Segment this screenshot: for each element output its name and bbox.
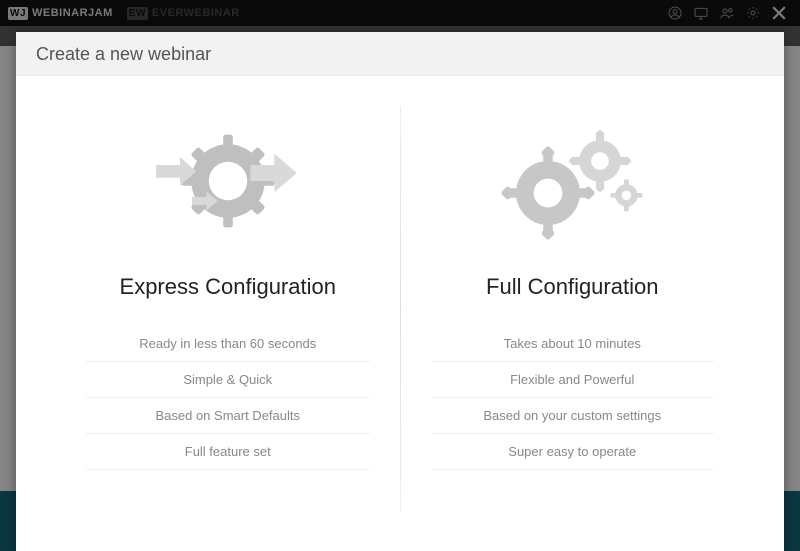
option-express-configuration[interactable]: Express Configuration Ready in less than… xyxy=(56,96,400,541)
gear-arrows-icon xyxy=(148,106,308,256)
feature-item: Based on Smart Defaults xyxy=(86,398,370,434)
modal-title: Create a new webinar xyxy=(16,32,784,76)
option-full-configuration[interactable]: Full Configuration Takes about 10 minute… xyxy=(401,96,745,541)
feature-item: Super easy to operate xyxy=(431,434,715,470)
option-title: Express Configuration xyxy=(120,274,336,300)
feature-item: Simple & Quick xyxy=(86,362,370,398)
feature-item: Ready in less than 60 seconds xyxy=(86,326,370,362)
feature-item: Based on your custom settings xyxy=(431,398,715,434)
feature-item: Flexible and Powerful xyxy=(431,362,715,398)
feature-item: Takes about 10 minutes xyxy=(431,326,715,362)
modal-body: Express Configuration Ready in less than… xyxy=(16,76,784,551)
feature-item: Full feature set xyxy=(86,434,370,470)
option-title: Full Configuration xyxy=(486,274,658,300)
gears-cluster-icon xyxy=(492,106,652,256)
create-webinar-modal: Create a new webinar xyxy=(16,32,784,551)
